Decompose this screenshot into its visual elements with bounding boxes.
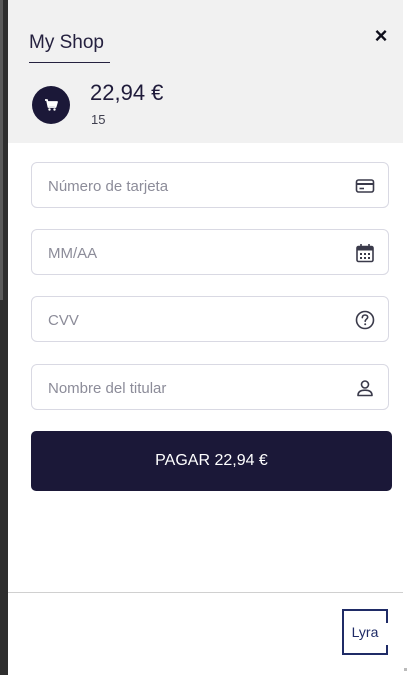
help-circle-icon[interactable]	[354, 309, 376, 331]
resize-handle[interactable]	[404, 668, 407, 671]
calendar-icon	[354, 242, 376, 264]
order-amount: 22,94 €	[90, 80, 164, 105]
lyra-logo: Lyra	[342, 609, 388, 655]
expiry-field[interactable]	[31, 229, 389, 275]
cvv-field[interactable]	[31, 296, 389, 342]
background-window-edge	[0, 0, 8, 675]
window-right-edge	[403, 0, 409, 675]
shop-name: My Shop	[29, 32, 104, 53]
card-number-input[interactable]	[46, 175, 340, 197]
user-icon	[354, 377, 376, 399]
lyra-logo-text: Lyra	[351, 624, 379, 640]
cvv-input[interactable]	[46, 309, 340, 331]
close-button[interactable]: ×	[371, 25, 391, 47]
order-items-count: 15	[91, 112, 106, 127]
payment-header: My Shop × 22,94 € 15	[8, 0, 403, 143]
background-window-edge-highlight	[0, 0, 3, 300]
cardholder-field[interactable]	[31, 364, 389, 410]
pay-button[interactable]: PAGAR 22,94 €	[31, 431, 392, 491]
shop-name-underline	[29, 62, 110, 63]
cardholder-input[interactable]	[46, 377, 340, 399]
card-number-field[interactable]	[31, 162, 389, 208]
credit-card-icon	[354, 175, 376, 197]
expiry-input[interactable]	[46, 242, 340, 264]
footer-divider	[8, 592, 403, 593]
payment-panel: My Shop × 22,94 € 15 Número de tarjeta M…	[8, 0, 403, 675]
cart-icon	[32, 86, 70, 124]
